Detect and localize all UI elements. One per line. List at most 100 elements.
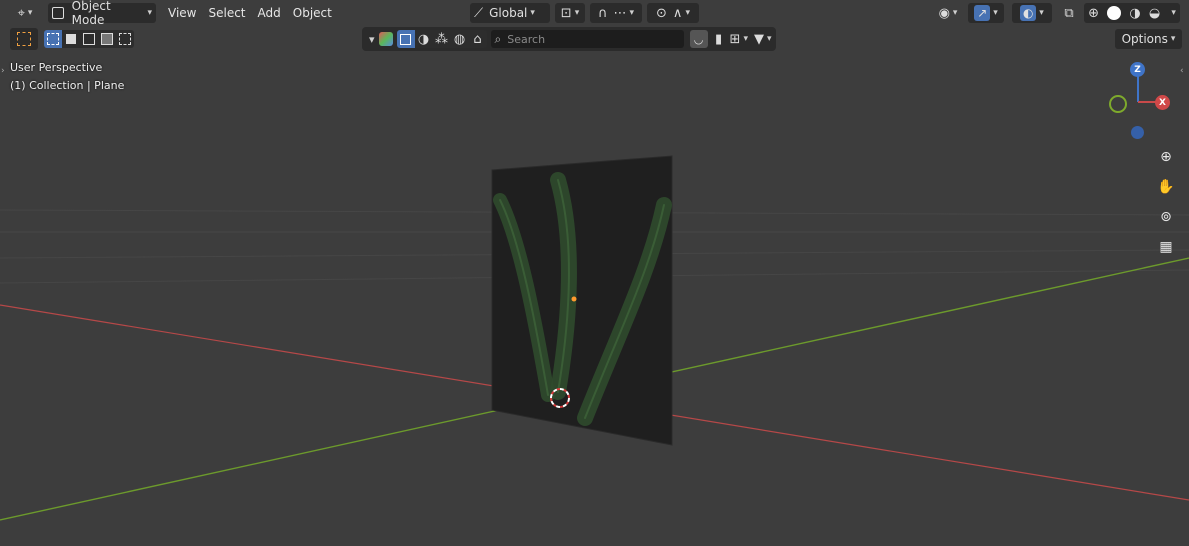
select-extend-icon [66, 34, 76, 44]
scene [0, 155, 1189, 521]
zoom-icon: ⊕ [1160, 149, 1172, 165]
options-label: Options [1121, 32, 1168, 46]
rendered-shading-icon[interactable]: ◒ [1149, 7, 1160, 20]
material-shading-icon[interactable]: ◑ [1129, 7, 1140, 20]
grid-ortho-icon: ▦ [1159, 239, 1173, 255]
sort-dropdown[interactable]: ⊞ ▾ [730, 33, 748, 46]
plane-object[interactable] [491, 155, 673, 446]
wireframe-shading-icon[interactable]: ⊕ [1088, 7, 1099, 20]
hierarchy-icon: ⊞ [729, 31, 741, 47]
select-new-button[interactable] [44, 30, 62, 48]
select-tool-button[interactable] [10, 28, 38, 50]
select-extend-button[interactable] [62, 30, 80, 48]
gizmo-neg-y-axis[interactable] [1109, 95, 1127, 113]
chevron-down-icon[interactable]: ▾ [369, 33, 375, 46]
material-icon: ◑ [417, 31, 430, 47]
overlays-toggle[interactable]: ◐ ▾ [1012, 3, 1052, 23]
proportional-edit-button[interactable]: ⊙ ∧ ▾ [647, 3, 699, 23]
3d-viewport[interactable] [0, 0, 1189, 546]
filter-dropdown[interactable]: ▼ ▾ [754, 33, 772, 46]
hand-pan-icon: ✋ [1157, 179, 1175, 195]
snap-button[interactable]: ∩ ⋯ ▾ [590, 3, 642, 23]
chevron-down-icon: ▾ [530, 8, 535, 18]
chevron-down-icon: ▾ [743, 34, 748, 44]
xray-toggle[interactable]: ⧉ [1058, 3, 1080, 23]
texture-icon: ⁂ [435, 31, 449, 47]
brush-icon: ⌂ [473, 31, 482, 47]
funnel-icon: ▼ [753, 31, 764, 47]
collection-label: (1) Collection | Plane [10, 79, 125, 92]
solid-shading-icon[interactable] [1107, 6, 1122, 20]
chevron-down-icon: ▾ [685, 8, 690, 18]
gizmo-icon: ↗ [974, 5, 991, 21]
orientation-icon: ⟋ [474, 5, 484, 21]
editor-type-button[interactable]: ⌖ ▾ [10, 3, 40, 23]
camera-view-button[interactable]: ⊚ [1153, 204, 1179, 230]
visibility-button[interactable]: ◉ ▾ [932, 3, 964, 23]
chevron-down-icon: ▾ [1170, 34, 1176, 44]
object-origin [571, 296, 577, 302]
transform-orientation-label: Global [489, 6, 528, 20]
bookmark-icon: ▮ [714, 31, 723, 47]
camera-icon: ⊚ [1160, 209, 1172, 225]
select-subtract-button[interactable] [80, 30, 98, 48]
gizmo-z-label: Z [1134, 64, 1141, 75]
proportional-edit-icon: ⊙ [656, 5, 667, 21]
gizmo-toggle[interactable]: ↗ ▾ [968, 3, 1004, 23]
chevron-down-icon[interactable]: ▾ [1171, 8, 1176, 18]
bookmark-button[interactable]: ▮ [710, 30, 728, 48]
pivot-icon: ⊡ [560, 5, 572, 21]
toolbar-expand-icon[interactable]: › [1, 66, 5, 76]
filter-material-button[interactable]: ◑ [414, 30, 433, 48]
search-input[interactable]: ⌕ Search [490, 30, 684, 48]
search-icon: ⌕ [494, 32, 502, 46]
gizmo-z-axis[interactable]: Z [1130, 62, 1145, 77]
magnet-icon: ∩ [597, 5, 608, 21]
menu-select[interactable]: Select [202, 3, 251, 23]
xray-icon: ⧉ [1064, 5, 1074, 21]
mode-dropdown[interactable]: Object Mode ▾ [48, 0, 156, 27]
tool-settings-left [10, 28, 134, 50]
filter-world-button[interactable]: ◍ [450, 30, 469, 48]
object-mode-icon [52, 7, 64, 19]
filter-texture-button[interactable]: ⁂ [432, 30, 451, 48]
chevron-down-icon: ▾ [629, 8, 635, 18]
world-icon: ◍ [453, 31, 466, 47]
pivot-point-button[interactable]: ⊡ ▾ [555, 3, 585, 23]
select-new-icon [47, 33, 59, 45]
chevron-down-icon: ▾ [1039, 8, 1044, 18]
select-intersect-button[interactable] [116, 30, 134, 48]
menu-view[interactable]: View [162, 3, 202, 23]
gizmo-x-label: X [1159, 97, 1166, 108]
overlays-icon: ◐ [1020, 5, 1037, 21]
filter-object-button[interactable] [396, 30, 415, 48]
viewport-header: ⌖ ▾ Object Mode ▾ View Select Add Object … [0, 0, 1189, 27]
chevron-down-icon: ▾ [574, 8, 580, 18]
transform-orientation-dropdown[interactable]: ⟋ Global ▾ [470, 3, 550, 23]
menu-object[interactable]: Object [287, 3, 338, 23]
chevron-down-icon: ▾ [993, 8, 998, 18]
select-invert-button[interactable] [98, 30, 116, 48]
chevron-down-icon: ▾ [27, 8, 33, 18]
eye-icon: ◉ [938, 5, 950, 21]
filter-brush-button[interactable]: ⌂ [468, 30, 487, 48]
navigation-gizmo[interactable]: Z X [1100, 58, 1180, 148]
mode-label: Object Mode [71, 0, 111, 27]
options-dropdown[interactable]: Options ▾ [1115, 29, 1182, 49]
ortho-toggle-button[interactable]: ▦ [1153, 234, 1179, 260]
selection-mode-group [44, 30, 134, 48]
menu-add[interactable]: Add [252, 3, 287, 23]
display-filter-group: ◑ ⁂ ◍ ⌂ [396, 30, 487, 48]
zoom-button[interactable]: ⊕ [1153, 144, 1179, 170]
search-placeholder: Search [507, 32, 546, 46]
header-menus: View Select Add Object [162, 3, 338, 23]
chevron-down-icon: ▾ [766, 34, 772, 44]
gizmo-x-axis[interactable]: X [1155, 95, 1170, 110]
pan-button[interactable]: ✋ [1153, 174, 1179, 200]
sidebar-expand-icon[interactable]: ‹ [1180, 66, 1184, 76]
filter-toggle-button[interactable]: ◡ [689, 30, 708, 48]
gizmo-neg-z-axis[interactable] [1131, 126, 1144, 139]
select-invert-icon [101, 33, 113, 45]
scene-icon [378, 32, 393, 46]
perspective-label: User Perspective [10, 61, 103, 74]
